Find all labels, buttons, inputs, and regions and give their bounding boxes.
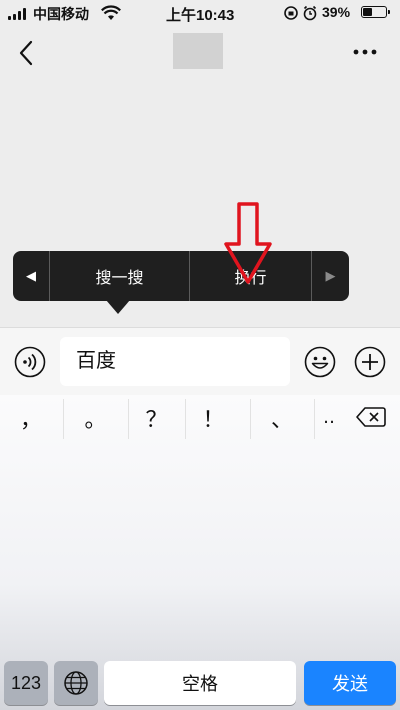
punctuation-row: ， 。 ？ ！ 、 ‥ <box>0 395 340 440</box>
key-enumeration-comma[interactable]: 、 <box>251 395 313 440</box>
carrier-name: 中国移动 <box>33 6 89 22</box>
menu-scroll-right-icon[interactable]: ▶ <box>312 251 349 301</box>
status-time: 上午10:43 <box>166 7 235 24</box>
add-more-icon[interactable] <box>354 346 386 378</box>
key-ellipsis[interactable]: ‥ <box>315 395 343 440</box>
space-key[interactable]: 空格 <box>104 661 296 705</box>
signal-icon <box>8 8 30 20</box>
chat-title-redacted <box>173 33 223 69</box>
numbers-key[interactable]: 123 <box>4 661 48 705</box>
keyboard-bottom-row: 123 空格 发送 <box>0 658 400 710</box>
orientation-lock-alarm-icon <box>284 5 317 21</box>
backspace-icon[interactable] <box>356 406 386 428</box>
keyboard: ， 。 ？ ！ 、 ‥ 123 空格 发送 <box>0 395 400 710</box>
key-exclamation[interactable]: ！ <box>186 395 241 440</box>
battery-icon <box>361 6 390 18</box>
menu-pointer <box>106 300 130 314</box>
key-comma[interactable]: ， <box>0 395 62 440</box>
context-menu-items: ◀ 搜一搜 换行 ▶ <box>13 251 349 324</box>
globe-icon <box>64 671 88 695</box>
status-bar: 中国移动 上午10:43 39% <box>0 0 400 26</box>
input-bar: 百度 <box>0 327 400 396</box>
emoji-icon[interactable] <box>304 346 336 378</box>
annotation-arrow-icon <box>224 202 272 284</box>
menu-scroll-left-icon[interactable]: ◀ <box>13 251 49 301</box>
menu-item-search[interactable]: 搜一搜 <box>50 251 189 301</box>
wifi-icon <box>101 5 121 20</box>
switch-keyboard-key[interactable] <box>54 661 98 705</box>
back-icon[interactable] <box>12 38 42 68</box>
voice-input-icon[interactable] <box>14 346 46 378</box>
key-question-mark[interactable]: ？ <box>129 395 184 440</box>
key-period[interactable]: 。 <box>64 395 127 440</box>
more-options-icon[interactable] <box>348 42 382 62</box>
message-input[interactable]: 百度 <box>60 337 290 386</box>
send-button[interactable]: 发送 <box>304 661 396 705</box>
battery-percentage: 39% <box>322 4 351 20</box>
